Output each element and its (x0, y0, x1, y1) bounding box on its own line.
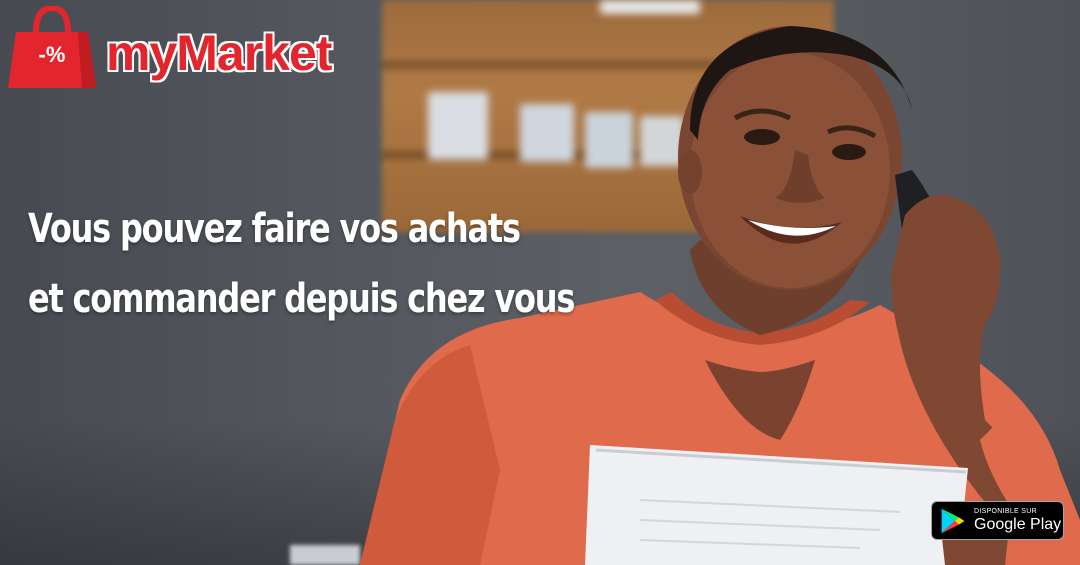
headline-line-1: Vous pouvez faire vos achats (28, 206, 521, 252)
headline: Vous pouvez faire vos achats et commande… (28, 194, 575, 334)
mymarket-logo[interactable]: -% myMarket (8, 4, 332, 90)
banner: -% myMarket Vous pouvez faire vos achats… (0, 0, 1080, 565)
discount-label: -% (38, 42, 66, 67)
badge-store-name: Google Play (974, 516, 1062, 533)
shopping-bag-icon: -% (8, 4, 96, 90)
google-play-badge[interactable]: DISPONIBLE SUR Google Play (931, 501, 1064, 540)
badge-small-text: DISPONIBLE SUR (974, 508, 1037, 515)
brand-name: myMarket (106, 25, 332, 81)
google-play-icon (941, 508, 965, 533)
headline-line-2: et commander depuis chez vous (28, 276, 575, 322)
